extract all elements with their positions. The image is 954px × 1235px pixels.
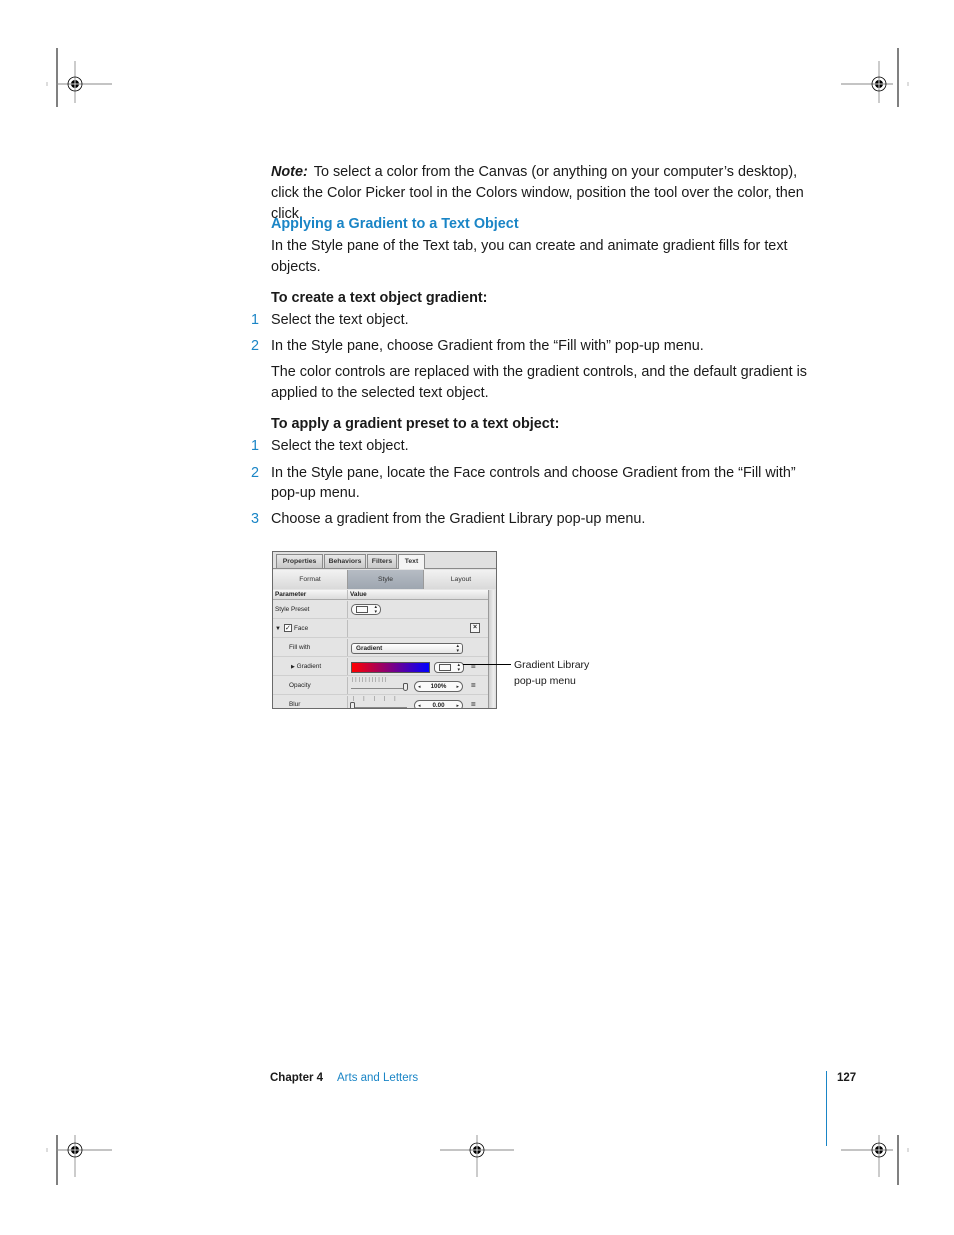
row-fill-with: Fill with Gradient ▴ ▾ xyxy=(273,639,488,657)
note-text: To select a color from the Canvas (or an… xyxy=(271,164,804,222)
step-number: 1 xyxy=(251,312,260,328)
crop-mark-bottom-left xyxy=(46,1135,112,1185)
task-title-apply-preset: To apply a gradient preset to a text obj… xyxy=(271,416,560,432)
crop-mark-top-left xyxy=(46,48,112,107)
page-number: 127 xyxy=(837,1072,857,1084)
blur-value: 0.00 xyxy=(432,702,445,709)
callout-label: Gradient Library pop-up menu xyxy=(514,658,589,689)
animation-menu-icon[interactable]: = xyxy=(471,696,476,708)
blur-value-field[interactable]: ◂ 0.00 ▸ xyxy=(414,700,463,709)
tab-filters[interactable]: Filters xyxy=(367,554,397,568)
tab-text[interactable]: Text xyxy=(398,554,425,569)
disclosure-triangle-open-icon[interactable]: ▼ xyxy=(275,626,281,632)
fill-with-label: Fill with xyxy=(289,644,311,651)
row-face: ▼ ✓ Face × xyxy=(273,620,488,638)
step-number: 3 xyxy=(251,511,260,527)
column-value: Value xyxy=(350,591,367,598)
step-number: 1 xyxy=(251,438,260,454)
callout-line-2: pop-up menu xyxy=(514,674,576,687)
tab-behaviors[interactable]: Behaviors xyxy=(324,554,366,568)
animation-menu-icon[interactable]: = xyxy=(471,677,476,695)
opacity-value-field[interactable]: ◂ 100% ▸ xyxy=(414,681,463,692)
inspector-panel-figure: Properties Behaviors Filters Text Format… xyxy=(272,551,497,709)
param-label: Opacity xyxy=(273,677,348,694)
column-parameter: Parameter xyxy=(273,590,348,599)
face-label: Face xyxy=(293,625,309,632)
step-number: 2 xyxy=(251,465,260,481)
inspector-tab-bar: Properties Behaviors Filters Text xyxy=(273,552,496,569)
param-label: Style Preset xyxy=(273,601,348,618)
gradient-label: Gradient xyxy=(296,663,322,670)
blur-slider-thumb[interactable] xyxy=(350,702,355,708)
footer-divider xyxy=(826,1071,827,1146)
style-preset-popup[interactable]: ▴ ▾ xyxy=(351,604,381,615)
param-label: Blur xyxy=(273,696,348,708)
crop-mark-bottom-right xyxy=(841,1135,909,1185)
updown-arrows-icon: ▴ ▾ xyxy=(374,604,377,615)
crop-mark-bottom-center xyxy=(440,1135,514,1177)
segment-style[interactable]: Style xyxy=(348,570,424,589)
section-intro: In the Style pane of the Text tab, you c… xyxy=(271,238,788,275)
blur-slider-track[interactable] xyxy=(351,707,407,708)
step-number: 2 xyxy=(251,338,260,354)
blur-label: Blur xyxy=(289,701,301,708)
row-blur: Blur ||||| ◂ 0.00 ▸ = xyxy=(273,696,488,709)
gradient-library-popup[interactable]: ▴ ▾ xyxy=(434,662,464,673)
opacity-slider-track[interactable] xyxy=(351,688,407,689)
decrement-arrow-icon[interactable]: ◂ xyxy=(418,701,421,708)
book-icon xyxy=(356,606,368,613)
fill-with-value: Gradient xyxy=(356,645,383,652)
parameter-header: Parameter Value xyxy=(273,590,488,600)
task-title-create-gradient: To create a text object gradient: xyxy=(271,290,488,306)
section-heading: Applying a Gradient to a Text Object xyxy=(271,216,519,232)
param-label: ▶ Gradient xyxy=(273,658,348,675)
slider-ticks: ||||| xyxy=(353,696,405,702)
footer-chapter: Chapter 4 xyxy=(270,1072,324,1084)
param-label: Fill with xyxy=(273,639,348,656)
animation-menu-icon[interactable]: = xyxy=(471,658,476,676)
footer-chapter-title: Arts and Letters xyxy=(337,1072,419,1084)
row-style-preset: Style Preset ▴ ▾ xyxy=(273,601,488,619)
step-text: In the Style pane, locate the Face contr… xyxy=(271,465,796,501)
segment-layout[interactable]: Layout xyxy=(424,570,496,589)
callout-line-1: Gradient Library xyxy=(514,659,590,671)
reset-x-button[interactable]: × xyxy=(470,623,480,633)
face-checkbox[interactable]: ✓ xyxy=(283,624,292,633)
book-icon xyxy=(439,664,451,671)
segment-format[interactable]: Format xyxy=(273,570,348,589)
note-label: Note: xyxy=(271,164,308,180)
increment-arrow-icon[interactable]: ▸ xyxy=(456,701,459,708)
step-text: Select the text object. xyxy=(271,438,409,454)
fill-with-popup[interactable]: Gradient ▴ ▾ xyxy=(351,643,463,654)
updown-arrows-icon: ▴ ▾ xyxy=(457,662,460,673)
text-pane-segments: Format Style Layout xyxy=(273,570,496,589)
disclosure-triangle-closed-icon[interactable]: ▶ xyxy=(275,664,295,670)
param-label-face: ▼ ✓ Face xyxy=(273,620,348,637)
opacity-label: Opacity xyxy=(289,682,311,689)
increment-arrow-icon[interactable]: ▸ xyxy=(456,682,459,692)
step-text: In the Style pane, choose Gradient from … xyxy=(271,338,704,354)
panel-scrollbar[interactable] xyxy=(488,590,496,708)
step-text: Select the text object. xyxy=(271,312,409,328)
decrement-arrow-icon[interactable]: ◂ xyxy=(418,682,421,692)
tab-properties[interactable]: Properties xyxy=(276,554,323,568)
updown-arrows-icon: ▴ ▾ xyxy=(456,643,459,654)
task1-result: The color controls are replaced with the… xyxy=(271,364,807,401)
slider-ticks: ||||||||||| xyxy=(352,677,389,683)
crop-mark-top-right xyxy=(841,48,909,107)
opacity-value: 100% xyxy=(430,683,447,690)
step-text: Choose a gradient from the Gradient Libr… xyxy=(271,511,646,527)
callout-leader-line xyxy=(463,664,511,665)
